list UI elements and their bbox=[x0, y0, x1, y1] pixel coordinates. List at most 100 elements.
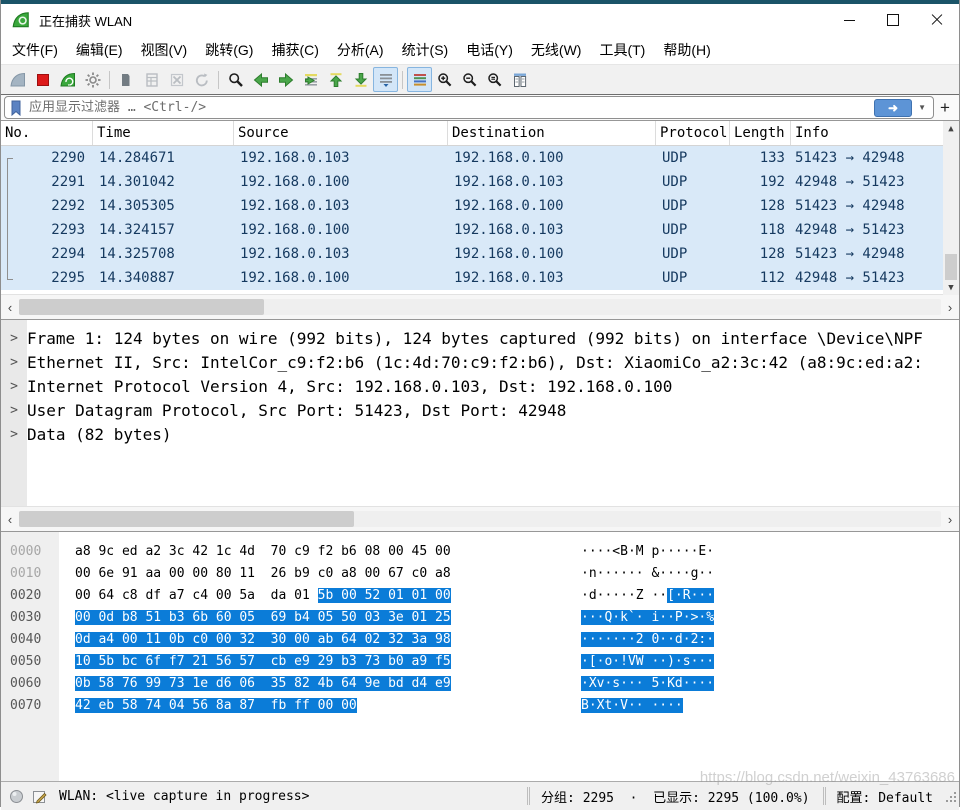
close-button[interactable] bbox=[915, 4, 959, 36]
expand-chevron-icon[interactable]: > bbox=[1, 379, 27, 394]
details-line[interactable]: > Data (82 bytes) bbox=[1, 422, 959, 446]
minimize-button[interactable] bbox=[827, 4, 871, 36]
menu-item[interactable]: 统计(S) bbox=[393, 36, 458, 64]
details-line[interactable]: > User Datagram Protocol, Src Port: 51423… bbox=[1, 398, 959, 422]
resize-grip[interactable] bbox=[943, 789, 957, 803]
scroll-right-arrow-icon[interactable]: › bbox=[941, 300, 959, 315]
colorize-button[interactable] bbox=[407, 67, 432, 92]
scroll-left-arrow-icon[interactable]: ‹ bbox=[1, 300, 19, 315]
bookmark-icon[interactable] bbox=[9, 100, 23, 116]
zoom-in-button[interactable] bbox=[432, 67, 457, 92]
scrollbar-thumb[interactable] bbox=[945, 254, 957, 280]
menu-item[interactable]: 跳转(G) bbox=[196, 36, 262, 64]
hex-row[interactable]: 0030 00 0d b8 51 b3 6b 60 05 69 b4 05 50 … bbox=[1, 607, 959, 629]
packet-row[interactable]: 2293 14.324157 192.168.0.100 192.168.0.103 U… bbox=[1, 218, 945, 242]
hex-bytes[interactable]: 42 eb 58 74 04 56 8a 87 fb ff 00 00 bbox=[75, 695, 531, 717]
scroll-down-arrow-icon[interactable]: ▼ bbox=[943, 280, 959, 295]
capture-comment-icon[interactable] bbox=[32, 789, 47, 804]
display-filter-field[interactable]: ➜ ▼ bbox=[4, 96, 934, 119]
hex-row[interactable]: 0000 a8 9c ed a2 3c 42 1c 4d 70 c9 f2 b6 … bbox=[1, 541, 959, 563]
column-header[interactable]: No. bbox=[1, 121, 93, 145]
packet-list-horizontal-scrollbar[interactable]: ‹ › bbox=[1, 294, 959, 319]
hex-bytes[interactable]: 00 6e 91 aa 00 00 80 11 26 b9 c0 a8 00 6… bbox=[75, 563, 531, 585]
go-to-bottom-button[interactable] bbox=[348, 67, 373, 92]
hex-bytes[interactable]: 00 64 c8 df a7 c4 00 5a da 01 5b 00 52 0… bbox=[75, 585, 531, 607]
menu-item[interactable]: 视图(V) bbox=[132, 36, 197, 64]
find-packet-button[interactable] bbox=[223, 67, 248, 92]
display-filter-input[interactable] bbox=[27, 99, 875, 116]
details-line[interactable]: > Internet Protocol Version 4, Src: 192.1… bbox=[1, 374, 959, 398]
details-line[interactable]: > Ethernet II, Src: IntelCor_c9:f2:b6 (1c… bbox=[1, 350, 959, 374]
details-line[interactable]: > Frame 1: 124 bytes on wire (992 bits), … bbox=[1, 326, 959, 350]
save-file-button[interactable] bbox=[139, 67, 164, 92]
packet-row[interactable]: 2295 14.340887 192.168.0.100 192.168.0.103 U… bbox=[1, 266, 945, 290]
details-horizontal-scrollbar[interactable]: ‹ › bbox=[1, 506, 959, 531]
scrollbar-thumb[interactable] bbox=[19, 299, 264, 315]
auto-scroll-button[interactable] bbox=[373, 67, 398, 92]
column-header[interactable]: Destination bbox=[448, 121, 656, 145]
scrollbar-thumb[interactable] bbox=[19, 511, 354, 527]
column-header[interactable]: Protocol bbox=[656, 121, 730, 145]
stop-capture-button[interactable] bbox=[30, 67, 55, 92]
maximize-button[interactable] bbox=[871, 4, 915, 36]
menu-item[interactable]: 电话(Y) bbox=[457, 36, 522, 64]
packet-list-vertical-scrollbar[interactable]: ▲ ▼ bbox=[943, 121, 959, 295]
hex-bytes[interactable]: 00 0d b8 51 b3 6b 60 05 69 b4 05 50 03 3… bbox=[75, 607, 531, 629]
capture-options-button[interactable] bbox=[80, 67, 105, 92]
packet-row[interactable]: 2294 14.325708 192.168.0.103 192.168.0.100 U… bbox=[1, 242, 945, 266]
scroll-right-arrow-icon[interactable]: › bbox=[941, 512, 959, 527]
hex-ascii[interactable]: ·n······ &····g·· bbox=[581, 563, 714, 585]
packet-row[interactable]: 2292 14.305305 192.168.0.103 192.168.0.100 U… bbox=[1, 194, 945, 218]
menu-item[interactable]: 分析(A) bbox=[328, 36, 393, 64]
hex-row[interactable]: 0020 00 64 c8 df a7 c4 00 5a da 01 5b 00 … bbox=[1, 585, 959, 607]
column-header[interactable]: Source bbox=[234, 121, 448, 145]
scrollbar-track[interactable] bbox=[19, 299, 941, 315]
hex-row[interactable]: 0060 0b 58 76 99 73 1e d6 06 35 82 4b 64 … bbox=[1, 673, 959, 695]
zoom-out-button[interactable] bbox=[457, 67, 482, 92]
menu-item[interactable]: 无线(W) bbox=[522, 36, 591, 64]
expand-chevron-icon[interactable]: > bbox=[1, 427, 27, 442]
menu-item[interactable]: 工具(T) bbox=[590, 36, 654, 64]
packet-row[interactable]: 2290 14.284671 192.168.0.103 192.168.0.100 U… bbox=[1, 146, 945, 170]
go-back-button[interactable] bbox=[248, 67, 273, 92]
expand-chevron-icon[interactable]: > bbox=[1, 355, 27, 370]
resize-columns-button[interactable] bbox=[507, 67, 532, 92]
hex-row[interactable]: 0010 00 6e 91 aa 00 00 80 11 26 b9 c0 a8 … bbox=[1, 563, 959, 585]
hex-ascii[interactable]: ·······2 0··d·2:· bbox=[581, 629, 715, 651]
hex-ascii[interactable]: ·Xv·s··· 5·Kd···· bbox=[581, 673, 715, 695]
hex-ascii[interactable]: ···Q·k`· i··P·>·% bbox=[581, 607, 715, 629]
hex-ascii[interactable]: B·Xt·V·· ···· bbox=[581, 695, 683, 717]
hex-ascii[interactable]: ·[·o·!VW ··)·s··· bbox=[581, 651, 715, 673]
start-capture-button[interactable] bbox=[5, 67, 30, 92]
zoom-reset-button[interactable] bbox=[482, 67, 507, 92]
go-forward-button[interactable] bbox=[273, 67, 298, 92]
restart-capture-button[interactable] bbox=[55, 67, 80, 92]
expert-info-icon[interactable] bbox=[9, 789, 24, 804]
hex-bytes[interactable]: 10 5b bc 6f f7 21 56 57 cb e9 29 b3 73 b… bbox=[75, 651, 531, 673]
column-header[interactable]: Length bbox=[730, 121, 791, 145]
scroll-left-arrow-icon[interactable]: ‹ bbox=[1, 512, 19, 527]
scroll-up-arrow-icon[interactable]: ▲ bbox=[943, 121, 959, 136]
hex-bytes[interactable]: a8 9c ed a2 3c 42 1c 4d 70 c9 f2 b6 08 0… bbox=[75, 541, 531, 563]
add-filter-button[interactable]: + bbox=[934, 98, 956, 118]
go-to-top-button[interactable] bbox=[323, 67, 348, 92]
column-header[interactable]: Time bbox=[93, 121, 234, 145]
menu-item[interactable]: 帮助(H) bbox=[654, 36, 719, 64]
close-file-button[interactable] bbox=[164, 67, 189, 92]
scrollbar-track[interactable] bbox=[19, 511, 941, 527]
hex-ascii[interactable]: ·d·····Z ··[·R··· bbox=[581, 585, 715, 607]
hex-bytes[interactable]: 0d a4 00 11 0b c0 00 32 30 00 ab 64 02 3… bbox=[75, 629, 531, 651]
menu-item[interactable]: 捕获(C) bbox=[262, 36, 327, 64]
profile-text[interactable]: 配置: Default bbox=[827, 787, 943, 806]
apply-filter-button[interactable]: ➜ bbox=[874, 98, 913, 117]
hex-bytes[interactable]: 0b 58 76 99 73 1e d6 06 35 82 4b 64 9e b… bbox=[75, 673, 531, 695]
hex-row[interactable]: 0070 42 eb 58 74 04 56 8a 87 fb ff 00 00 B… bbox=[1, 695, 959, 717]
packet-row[interactable]: 2291 14.301042 192.168.0.100 192.168.0.103 U… bbox=[1, 170, 945, 194]
reload-button[interactable] bbox=[189, 67, 214, 92]
filter-dropdown-caret-icon[interactable]: ▼ bbox=[914, 103, 930, 112]
hex-row[interactable]: 0050 10 5b bc 6f f7 21 56 57 cb e9 29 b3 … bbox=[1, 651, 959, 673]
menu-item[interactable]: 文件(F) bbox=[3, 36, 67, 64]
expand-chevron-icon[interactable]: > bbox=[1, 331, 27, 346]
go-to-packet-button[interactable] bbox=[298, 67, 323, 92]
open-file-button[interactable] bbox=[114, 67, 139, 92]
